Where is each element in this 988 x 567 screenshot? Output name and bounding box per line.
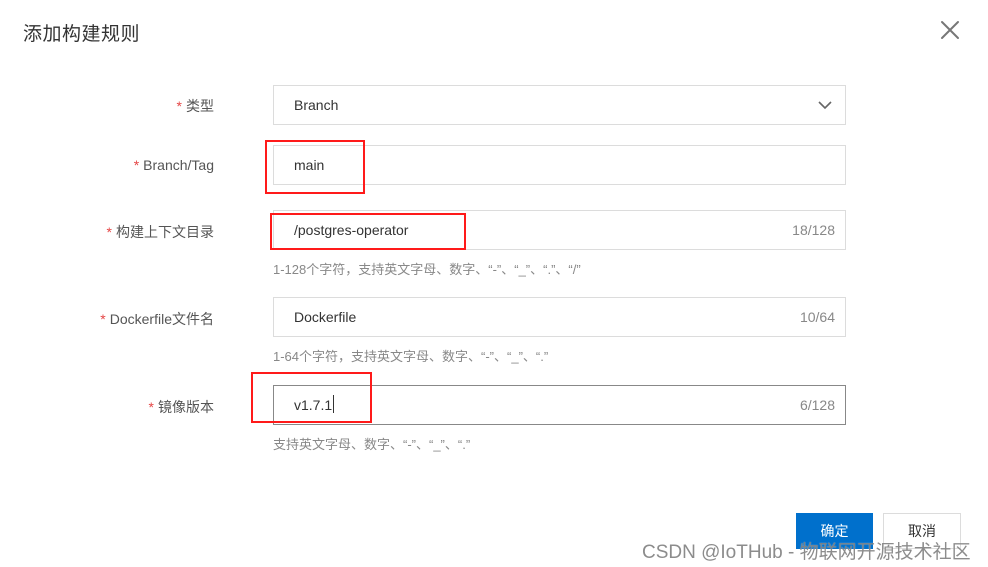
context-dir-input[interactable]: /postgres-operator 18/128 — [273, 210, 846, 250]
context-dir-hint: 1-128个字符，支持英文字母、数字、“-”、“_”、“.”、“/” — [273, 262, 581, 277]
required-mark: * — [106, 224, 112, 240]
dockerfile-value: Dockerfile — [294, 309, 357, 325]
image-version-label: * 镜像版本 — [148, 399, 214, 415]
dockerfile-counter: 10/64 — [799, 309, 835, 325]
image-version-value: v1.7.1 — [294, 395, 335, 414]
dockerfile-hint: 1-64个字符，支持英文字母、数字、“-”、“_”、“.” — [273, 349, 549, 364]
branch-tag-value: main — [294, 157, 325, 173]
branch-tag-input[interactable]: main — [273, 145, 846, 185]
required-mark: * — [148, 399, 154, 415]
required-mark: * — [133, 157, 140, 173]
type-label: * 类型 — [176, 98, 214, 114]
type-select-value: Branch — [294, 97, 339, 113]
close-button[interactable] — [938, 18, 962, 42]
image-version-hint: 支持英文字母、数字、“-”、“_”、“.” — [273, 437, 471, 452]
dialog-title: 添加构建规则 — [23, 24, 141, 45]
chevron-down-icon — [818, 101, 832, 110]
text-caret — [333, 395, 335, 414]
context-dir-label: * 构建上下文目录 — [106, 224, 214, 240]
add-build-rule-dialog: 添加构建规则 * 类型 Branch * Branch/Tag main * 构建上下… — [0, 0, 988, 567]
dockerfile-label: * Dockerfile文件名 — [100, 311, 214, 327]
required-mark: * — [176, 98, 182, 114]
close-icon — [941, 21, 959, 39]
dockerfile-input[interactable]: Dockerfile 10/64 — [273, 297, 846, 337]
image-version-input[interactable]: v1.7.1 6/128 — [273, 385, 846, 425]
required-mark: * — [100, 311, 106, 327]
context-dir-value: /postgres-operator — [294, 222, 409, 238]
image-version-counter: 6/128 — [799, 397, 835, 413]
type-select[interactable]: Branch — [273, 85, 846, 125]
watermark: CSDN @IoTHub - 物联网开源技术社区 — [642, 542, 971, 563]
context-dir-counter: 18/128 — [792, 222, 835, 238]
branch-tag-label: * Branch/Tag — [133, 157, 214, 173]
